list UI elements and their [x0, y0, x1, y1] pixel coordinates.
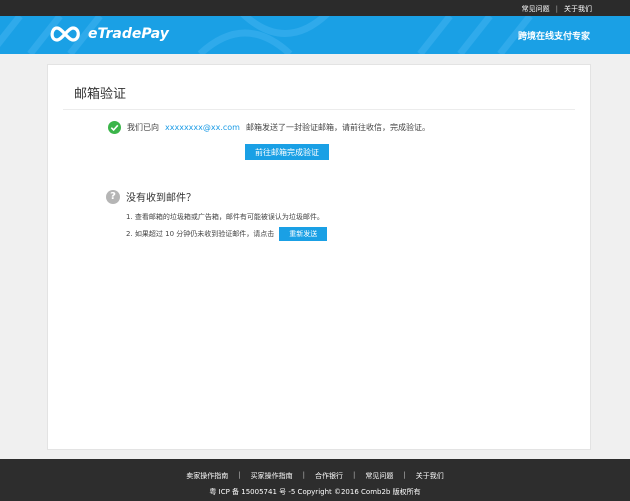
no-mail-heading: ? 没有收到邮件？ [106, 189, 196, 204]
footer-link-buyer-guide[interactable]: 买家操作指南 [251, 471, 293, 481]
copyright-text: 粤 ICP 备 15005741 号 -5 Copyright ©2016 Co… [209, 488, 421, 496]
resend-button[interactable]: 重新发送 [279, 227, 328, 241]
footer-separator: | [238, 471, 241, 479]
no-mail-question: 没有收到邮件？ [126, 193, 196, 204]
footer-link-faq[interactable]: 常见问题 [365, 471, 393, 481]
footer-link-about[interactable]: 关于我们 [416, 471, 444, 481]
footer-nav: 卖家操作指南 | 买家操作指南 | 合作银行 | 常见问题 | 关于我们 [0, 471, 630, 481]
top-links: 常见问题 | 关于我们 [522, 4, 592, 14]
top-link-separator: | [555, 5, 558, 13]
footer-link-seller-guide[interactable]: 卖家操作指南 [186, 471, 228, 481]
title-divider [63, 109, 575, 110]
check-circle-icon [108, 121, 121, 134]
brand-logo[interactable]: eTradePay [48, 25, 169, 43]
top-bar: 常见问题 | 关于我们 [0, 0, 630, 16]
verify-email: xxxxxxxx@xx.com [165, 123, 240, 132]
go-to-mailbox-button[interactable]: 前往邮箱完成验证 [245, 144, 329, 160]
top-link-faq[interactable]: 常见问题 [522, 4, 550, 14]
footer-separator: | [353, 471, 356, 479]
site-footer: 卖家操作指南 | 买家操作指南 | 合作银行 | 常见问题 | 关于我们 粤 I… [0, 459, 630, 501]
infinity-logo-icon [50, 26, 80, 42]
verify-prefix: 我们已向 [127, 123, 159, 132]
footer-separator: | [302, 471, 305, 479]
tip-resend-text: 2. 如果超过 10 分钟仍未收到验证邮件，请点击 [126, 230, 275, 238]
page-title: 邮箱验证 [74, 87, 127, 102]
footer-link-partner-banks[interactable]: 合作银行 [315, 471, 343, 481]
header-slogan: 跨境在线支付专家 [517, 32, 590, 42]
footer-separator: | [403, 471, 406, 479]
tip-spam-folder: 1. 查看邮箱的垃圾箱或广告箱，邮件有可能被误认为垃圾邮件。 [126, 213, 324, 221]
verify-suffix: 邮箱发送了一封验证邮箱，请前往收信，完成验证。 [245, 123, 430, 132]
question-icon: ? [106, 189, 120, 204]
verification-card: 邮箱验证 我们已向 xxxxxxxx@xx.com 邮箱发送了一封验证邮箱，请前… [47, 64, 591, 450]
site-header: eTradePay 跨境在线支付专家 [0, 16, 630, 54]
top-link-about[interactable]: 关于我们 [564, 4, 592, 14]
tip-resend: 2. 如果超过 10 分钟仍未收到验证邮件，请点击 重新发送 [126, 227, 328, 241]
verify-message: 我们已向 xxxxxxxx@xx.com 邮箱发送了一封验证邮箱，请前往收信，完… [108, 121, 430, 134]
brand-name: eTradePay [88, 26, 169, 42]
